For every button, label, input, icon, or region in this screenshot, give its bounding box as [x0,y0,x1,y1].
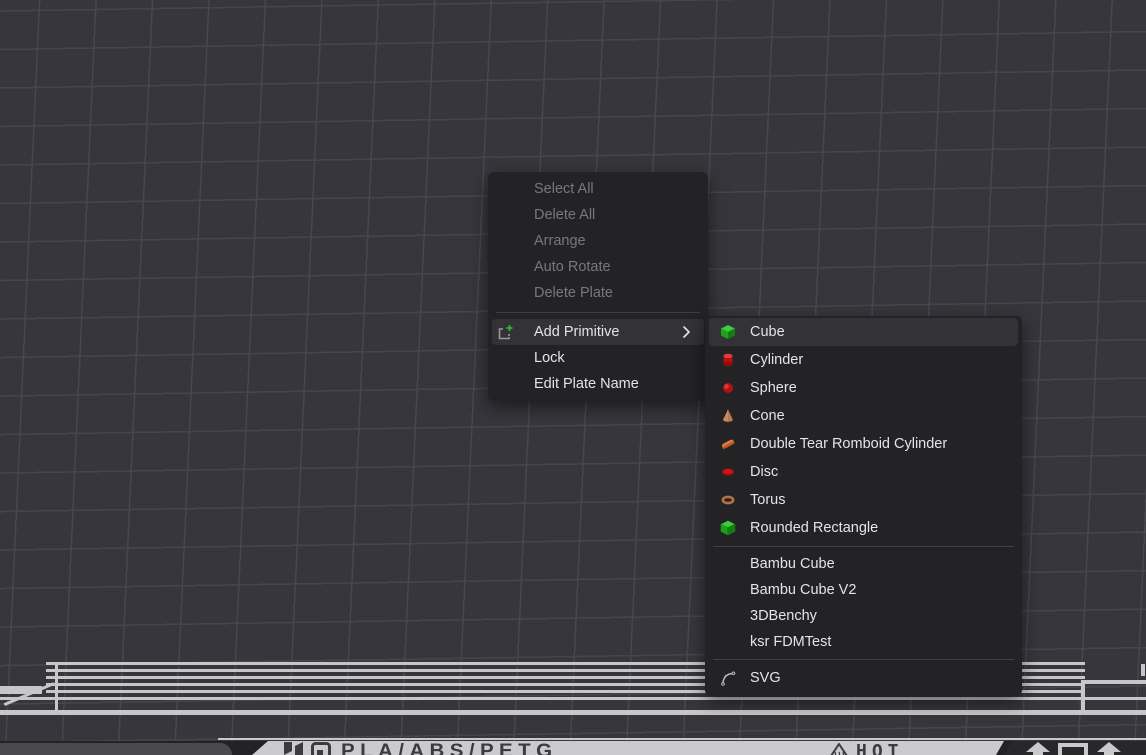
plate-hot-label: HOT [856,742,904,755]
bezier-curve-icon [720,670,736,686]
submenu-item-svg[interactable]: SVG [709,664,1018,692]
submenu-item-cylinder[interactable]: Cylinder [709,346,1018,374]
submenu-item-ksr-fdmtest[interactable]: ksr FDMTest [709,629,1018,655]
menu-item-delete-all: Delete All [492,202,704,228]
romboid-cylinder-icon [720,436,736,452]
submenu-item-cube[interactable]: Cube [709,318,1018,346]
plate-front-edge-line [218,738,1146,740]
menu-item-delete-plate: Delete Plate [492,280,704,306]
submenu-item-disc[interactable]: Disc [709,458,1018,486]
submenu-item-double-tear-romboid-cylinder[interactable]: Double Tear Romboid Cylinder [709,430,1018,458]
arrow-up-icon [1025,742,1051,755]
sphere-icon [720,380,736,396]
add-primitive-submenu: Cube Cylinder Sphere Cone Double Tear Ro… [705,316,1022,696]
menu-item-edit-plate-name[interactable]: Edit Plate Name [492,371,704,397]
plate-corner-shape [0,743,232,755]
add-primitive-icon [498,324,514,340]
menu-separator [496,312,700,313]
submenu-item-3dbenchy[interactable]: 3DBenchy [709,603,1018,629]
menu-item-lock[interactable]: Lock [492,345,704,371]
torus-icon [720,492,736,508]
submenu-separator [713,546,1014,547]
submenu-item-bambu-cube-v2[interactable]: Bambu Cube V2 [709,577,1018,603]
submenu-item-cone[interactable]: Cone [709,402,1018,430]
menu-item-auto-rotate: Auto Rotate [492,254,704,280]
submenu-separator [713,659,1014,660]
plate-square-icon [1058,743,1088,755]
submenu-item-torus[interactable]: Torus [709,486,1018,514]
plate-context-menu: Select All Delete All Arrange Auto Rotat… [488,172,708,401]
menu-item-select-all: Select All [492,176,704,202]
cone-icon [720,408,736,424]
submenu-item-bambu-cube[interactable]: Bambu Cube [709,551,1018,577]
plate-logo-icon [311,742,331,755]
arrow-up-icon [1096,742,1122,755]
cube-icon [720,324,736,340]
submenu-item-sphere[interactable]: Sphere [709,374,1018,402]
cylinder-icon [720,352,736,368]
hot-surface-warning-icon [827,742,851,755]
disc-icon [720,464,736,480]
menu-item-add-primitive[interactable]: Add Primitive [492,319,704,345]
submenu-item-rounded-rectangle[interactable]: Rounded Rectangle [709,514,1018,542]
bambu-logo-icon [283,742,305,755]
plate-material-label: PLA/ABS/PETG [341,742,557,755]
chevron-right-icon [680,324,692,340]
menu-item-arrange: Arrange [492,228,704,254]
rounded-rectangle-icon [720,520,736,536]
